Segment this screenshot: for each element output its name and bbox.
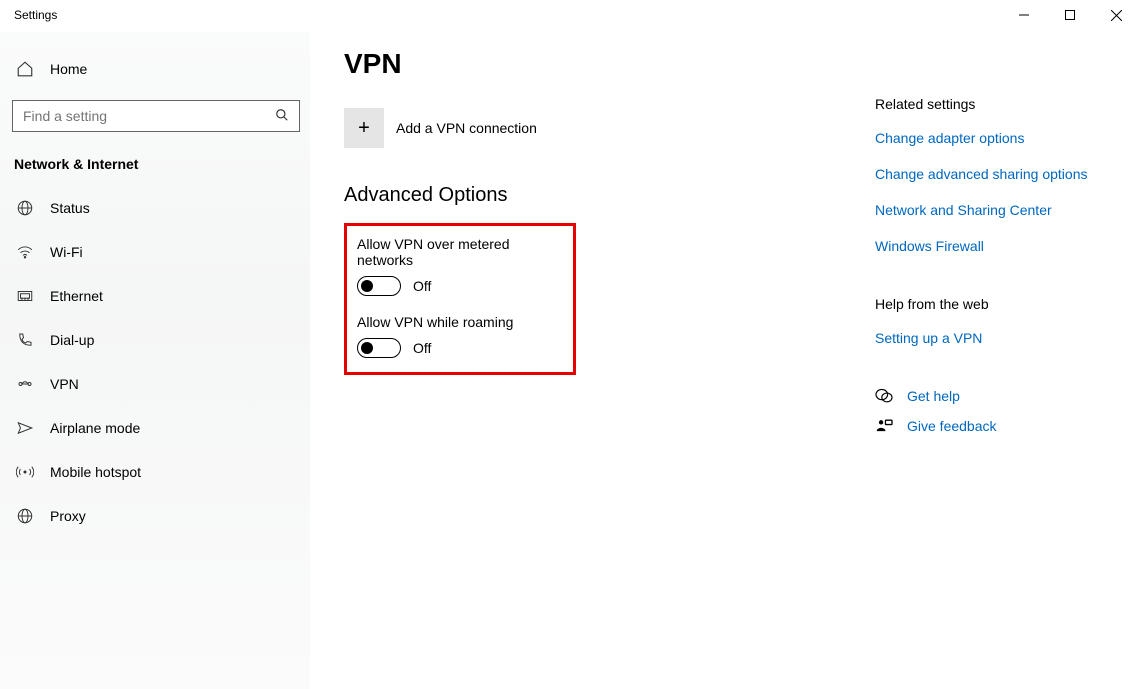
window-title: Settings <box>14 8 57 22</box>
related-heading: Related settings <box>875 96 1119 112</box>
toggle-roaming-state: Off <box>413 340 431 356</box>
get-help-row[interactable]: Get help <box>875 388 1119 404</box>
sidebar-item-label: Dial-up <box>50 332 94 348</box>
help-icon <box>875 388 893 404</box>
ethernet-icon <box>16 287 34 305</box>
sidebar-item-label: Mobile hotspot <box>50 464 141 480</box>
maximize-button[interactable] <box>1047 0 1093 30</box>
help-heading: Help from the web <box>875 296 1119 312</box>
link-adapter-options[interactable]: Change adapter options <box>875 130 1119 146</box>
home-icon <box>16 60 34 78</box>
sidebar-item-label: Airplane mode <box>50 420 140 436</box>
toggle-metered[interactable] <box>357 276 401 296</box>
sidebar-item-status[interactable]: Status <box>0 186 310 230</box>
search-box[interactable] <box>12 100 300 132</box>
sidebar-item-airplane[interactable]: Airplane mode <box>0 406 310 450</box>
give-feedback-row[interactable]: Give feedback <box>875 418 1119 434</box>
sidebar-item-vpn[interactable]: VPN <box>0 362 310 406</box>
get-help-label: Get help <box>907 388 960 404</box>
airplane-icon <box>16 419 34 437</box>
close-button[interactable] <box>1093 0 1139 30</box>
globe-icon <box>16 199 34 217</box>
hotspot-icon <box>16 463 34 481</box>
add-vpn-label: Add a VPN connection <box>396 120 537 136</box>
link-network-sharing-center[interactable]: Network and Sharing Center <box>875 202 1119 218</box>
vpn-icon <box>16 375 34 393</box>
sidebar-item-proxy[interactable]: Proxy <box>0 494 310 538</box>
sidebar-home[interactable]: Home <box>0 52 310 86</box>
sidebar-item-label: Proxy <box>50 508 86 524</box>
toggle-roaming[interactable] <box>357 338 401 358</box>
right-panel: Related settings Change adapter options … <box>875 32 1139 689</box>
proxy-icon <box>16 507 34 525</box>
advanced-heading: Advanced Options <box>344 184 845 207</box>
link-advanced-sharing[interactable]: Change advanced sharing options <box>875 166 1119 182</box>
main-content: VPN + Add a VPN connection Advanced Opti… <box>310 32 875 689</box>
sidebar-item-label: Ethernet <box>50 288 103 304</box>
search-input[interactable] <box>23 108 275 124</box>
feedback-icon <box>875 418 893 434</box>
sidebar-item-hotspot[interactable]: Mobile hotspot <box>0 450 310 494</box>
toggle-metered-state: Off <box>413 278 431 294</box>
option-roaming-label: Allow VPN while roaming <box>357 314 563 330</box>
link-windows-firewall[interactable]: Windows Firewall <box>875 238 1119 254</box>
option-metered-label: Allow VPN over metered networks <box>357 236 563 268</box>
sidebar-item-label: Status <box>50 200 90 216</box>
sidebar-home-label: Home <box>50 61 87 77</box>
plus-icon: + <box>344 108 384 148</box>
wifi-icon <box>16 243 34 261</box>
sidebar-category: Network & Internet <box>0 150 310 186</box>
titlebar: Settings <box>0 0 1139 32</box>
give-feedback-label: Give feedback <box>907 418 997 434</box>
window-controls <box>1001 0 1139 30</box>
sidebar-item-ethernet[interactable]: Ethernet <box>0 274 310 318</box>
sidebar: Home Network & Internet Status Wi-Fi <box>0 32 310 689</box>
sidebar-item-label: Wi-Fi <box>50 244 83 260</box>
link-setup-vpn[interactable]: Setting up a VPN <box>875 330 1119 346</box>
sidebar-item-dialup[interactable]: Dial-up <box>0 318 310 362</box>
sidebar-item-wifi[interactable]: Wi-Fi <box>0 230 310 274</box>
add-vpn-row[interactable]: + Add a VPN connection <box>344 108 845 148</box>
highlighted-options: Allow VPN over metered networks Off Allo… <box>344 223 576 375</box>
phone-icon <box>16 331 34 349</box>
page-title: VPN <box>344 48 845 80</box>
minimize-button[interactable] <box>1001 0 1047 30</box>
sidebar-item-label: VPN <box>50 376 79 392</box>
search-icon <box>275 108 289 125</box>
